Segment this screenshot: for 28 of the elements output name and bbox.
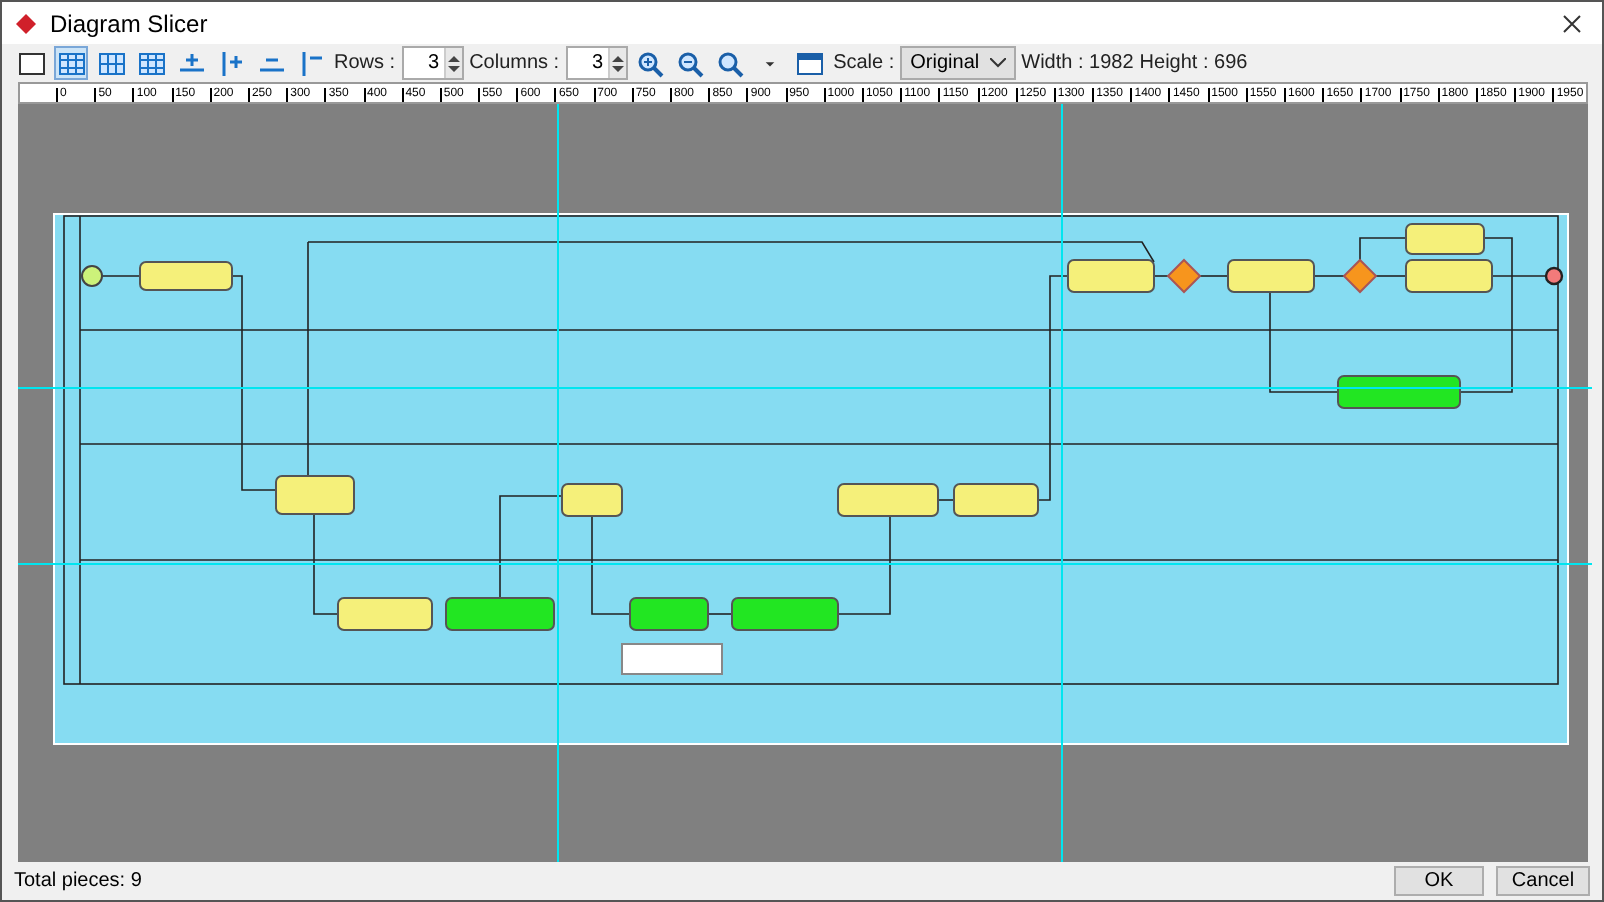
page-icon [796, 49, 825, 77]
height-text: Height : 696 [1139, 52, 1248, 74]
remove-column-icon [297, 49, 325, 77]
window-title: Diagram Slicer [50, 9, 210, 37]
grid-icon [57, 49, 85, 77]
columns-spinner[interactable]: 3 [565, 46, 628, 80]
status-text: Total pieces: 9 [14, 870, 144, 892]
zoom-in-icon [636, 49, 665, 77]
grid-icon [137, 49, 165, 77]
scale-label: Scale : [833, 52, 895, 74]
rows-label: Rows : [334, 52, 396, 74]
spin-arrows-button[interactable] [607, 48, 626, 78]
add-column-icon [217, 49, 245, 77]
single-page-icon [17, 49, 45, 77]
zoom-fit-icon [716, 49, 745, 77]
caret-icon [764, 57, 777, 69]
chevron-icon [989, 58, 1006, 68]
zoom-out-icon [676, 49, 705, 77]
rows-spinner[interactable]: 3 [401, 46, 464, 80]
spin-arrows-button[interactable] [443, 48, 462, 78]
add-row-icon [177, 49, 205, 77]
dialog-button[interactable]: OK [1394, 866, 1484, 896]
width-text: Width : 1982 [1021, 52, 1134, 74]
app-logo-icon [14, 11, 38, 35]
scale-dropdown[interactable]: Original [900, 46, 1016, 80]
grid-icon [97, 49, 125, 77]
dialog-button[interactable]: Cancel [1496, 866, 1590, 896]
columns-label: Columns : [469, 52, 560, 74]
